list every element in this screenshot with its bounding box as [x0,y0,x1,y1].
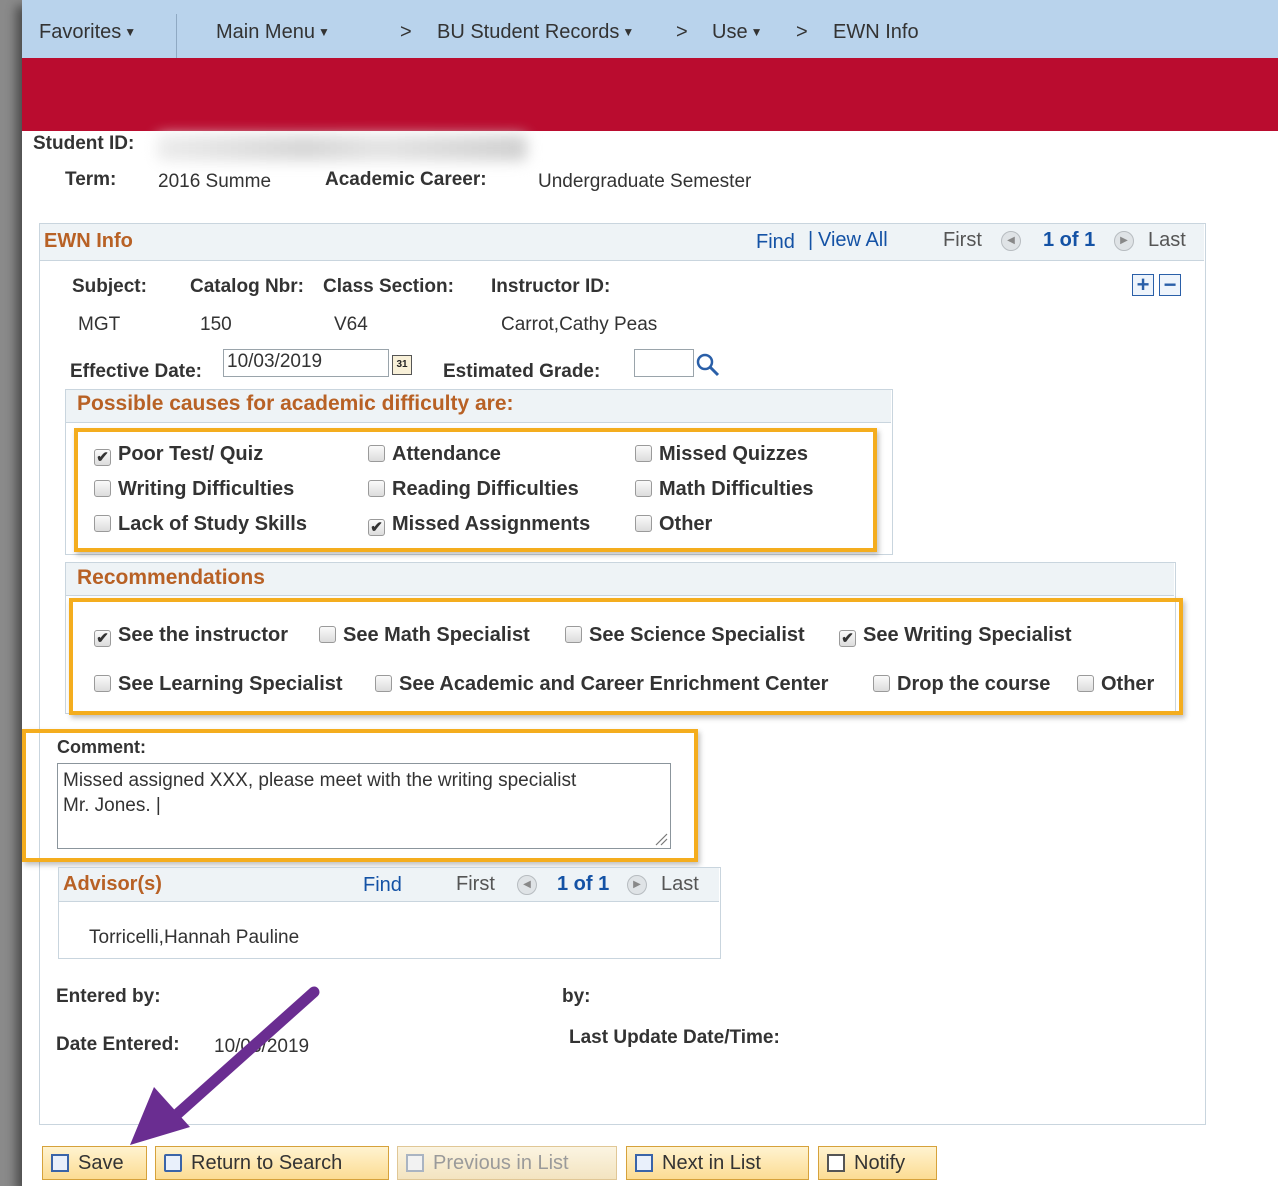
app-window: Favorites ▼ Main Menu ▼ > BU Student Recor… [22,0,1278,1186]
annotation-arrow-icon [130,986,320,1145]
